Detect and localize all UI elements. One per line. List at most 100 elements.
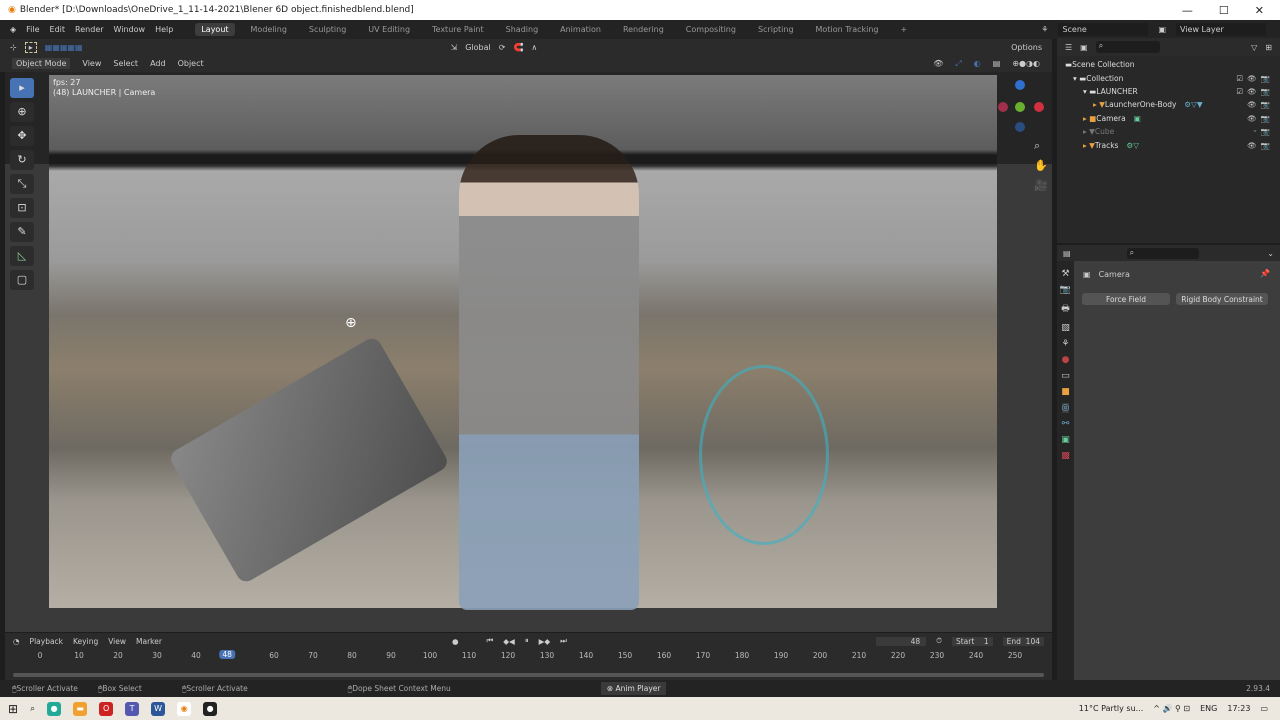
file-explorer-icon[interactable]: ▬ [73,701,88,716]
pause-button-icon[interactable]: ⏸ [525,636,529,646]
rotate-tool-icon[interactable]: ↻ [10,150,34,170]
select-box-tool-icon[interactable]: ▸ [10,78,34,98]
object-tab-icon[interactable]: ■ [1061,387,1070,397]
tab-layout[interactable]: Layout [195,23,235,36]
jump-keyframe-forward-icon[interactable]: ▶◆ [539,637,551,646]
new-collection-icon[interactable]: ⊞ [1265,43,1272,52]
z-axis-icon[interactable] [1015,80,1025,90]
playhead[interactable]: 48 [219,650,235,659]
visibility-toggles[interactable]: 👁📷 [1247,100,1274,109]
navigation-gizmo[interactable]: ⌕ ✋ 🎥 [998,78,1048,198]
stopwatch-icon[interactable]: ⏱ [936,636,942,646]
timeline-scrollbar[interactable] [13,673,1044,677]
search-icon[interactable]: ⌕ [30,704,35,714]
scale-tool-icon[interactable]: ⤡ [10,174,34,194]
shading-mode-icons[interactable]: ⊕●◑◐ [1012,59,1040,68]
overlay-toggle-icon[interactable]: ◐ [974,59,981,68]
measure-tool-icon[interactable]: ◺ [10,246,34,266]
outliner-search-input[interactable]: ⌕ [1095,41,1160,53]
display-mode-icon[interactable]: ☰ [1065,43,1072,52]
transform-tool-icon[interactable]: ⊡ [10,198,34,218]
xray-icon[interactable]: ▤ [993,59,1001,68]
outliner-row-collection[interactable]: ▾ ▬ Collection ☑👁📷 [1065,71,1280,84]
select-tool-icon[interactable]: ▸ [24,41,37,53]
editor-type-icon[interactable]: ⊹ [10,43,17,52]
view-layer-tab-icon[interactable]: ▧ [1061,323,1070,333]
collection-tab-icon[interactable]: ▭ [1061,371,1070,381]
menu-help[interactable]: Help [155,25,173,34]
weather-widget[interactable]: 11°C Partly su... [1079,704,1143,713]
language-indicator[interactable]: ENG [1200,704,1217,713]
start-frame-field[interactable]: Start 1 [951,636,993,646]
data-tab-icon[interactable]: ▣ [1061,435,1070,445]
menu-object[interactable]: Object [178,59,204,68]
add-cube-tool-icon[interactable]: ▢ [10,270,34,290]
frame-ruler[interactable]: 0 10 20 30 40 60 70 80 90 100 110 120 130 140 150 160 17… [5,649,1052,663]
tab-texture-paint[interactable]: Texture Paint [426,23,490,36]
neg-z-axis-icon[interactable] [1015,122,1025,132]
tab-modeling[interactable]: Modeling [245,23,293,36]
outliner-row-launcherone-body[interactable]: ▸ ▼ LauncherOne-Body ⚙▽▼ 👁📷 [1065,98,1280,111]
proportional-edit-icon[interactable]: ∧ [531,43,537,52]
playback-menu[interactable]: Playback [30,637,63,646]
menu-window[interactable]: Window [114,25,146,34]
marker-menu[interactable]: Marker [136,637,162,646]
tab-compositing[interactable]: Compositing [680,23,742,36]
visibility-icon[interactable]: 👁 [933,59,943,68]
pivot-icon[interactable]: ⟳ [499,43,506,52]
tool-tab-icon[interactable]: ⚒ [1061,269,1069,279]
orientation-dropdown[interactable]: Global [465,43,491,52]
pan-hand-icon[interactable]: ✋ [1034,156,1048,176]
3d-viewport[interactable]: fps: 27 (48) LAUNCHER | Camera ⊕ [5,72,1052,632]
tab-scripting[interactable]: Scripting [752,23,800,36]
outliner-row-camera[interactable]: ▸ ■ Camera ▣ 👁📷 [1065,112,1280,125]
neg-x-axis-icon[interactable] [998,102,1008,112]
options-dropdown[interactable]: Options [1011,43,1042,52]
properties-options-dropdown[interactable]: ⌄ [1267,249,1274,258]
jump-end-icon[interactable]: ⏭ [560,636,567,646]
visibility-toggles[interactable]: ☑👁📷 [1236,87,1274,96]
texture-tab-icon[interactable]: ▩ [1061,451,1070,461]
view-layer-selector[interactable]: View Layer [1176,23,1266,36]
tab-sculpting[interactable]: Sculpting [303,23,352,36]
pin-icon[interactable]: 📌 [1260,269,1270,278]
tab-shading[interactable]: Shading [500,23,545,36]
outliner-row-launcher[interactable]: ▾ ▬ LAUNCHER ☑👁📷 [1065,85,1280,98]
chrome-icon[interactable]: ● [47,701,62,716]
visibility-toggles[interactable]: 👁📷 [1247,114,1274,123]
opera-icon[interactable]: O [99,701,114,716]
add-workspace-button[interactable]: + [895,23,914,36]
tab-rendering[interactable]: Rendering [617,23,670,36]
rigid-body-constraint-button[interactable]: Rigid Body Constraint [1176,293,1268,305]
constraints-tab-icon[interactable]: ⚯ [1062,419,1070,429]
menu-select[interactable]: Select [113,59,138,68]
outliner-row-cube[interactable]: ▸ ▼ Cube ᵕ📷 [1065,125,1280,138]
camera-view-icon[interactable]: 🎥 [1034,176,1048,196]
maximize-button[interactable]: ☐ [1219,4,1229,17]
notifications-icon[interactable]: ▭ [1260,704,1268,713]
tab-animation[interactable]: Animation [554,23,607,36]
scene-selector[interactable]: Scene [1058,23,1149,36]
force-field-button[interactable]: Force Field [1082,293,1170,305]
visibility-toggles[interactable]: ☑👁📷 [1236,74,1274,83]
start-icon[interactable]: ⊞ [8,702,18,716]
blender-taskbar-icon[interactable]: ◉ [177,701,192,716]
keying-menu[interactable]: Keying [73,637,98,646]
scene-icon[interactable]: ⚘ [1041,25,1048,34]
menu-file[interactable]: File [26,25,39,34]
gizmo-toggle-icon[interactable]: ⤢ [955,59,961,69]
menu-render[interactable]: Render [75,25,103,34]
filter-view-icon[interactable]: ▣ [1080,43,1088,52]
anim-player-status[interactable]: ⊗ Anim Player [600,682,667,695]
outliner-row-tracks[interactable]: ▸ ▼ Tracks ⚙▽ 👁📷 [1065,138,1280,151]
visibility-toggles[interactable]: 👁📷 [1247,141,1274,150]
scene-tab-icon[interactable]: ⚘ [1061,339,1069,349]
properties-search-input[interactable]: ⌕ [1126,247,1199,259]
view-menu[interactable]: View [108,637,126,646]
filter-icon[interactable]: ▽ [1251,43,1257,52]
jump-keyframe-back-icon[interactable]: ◆◀ [503,637,515,646]
x-axis-icon[interactable] [1034,102,1044,112]
current-frame-field[interactable]: 48 [876,636,927,646]
zoom-icon[interactable]: ⌕ [1034,136,1048,156]
menu-add[interactable]: Add [150,59,166,68]
